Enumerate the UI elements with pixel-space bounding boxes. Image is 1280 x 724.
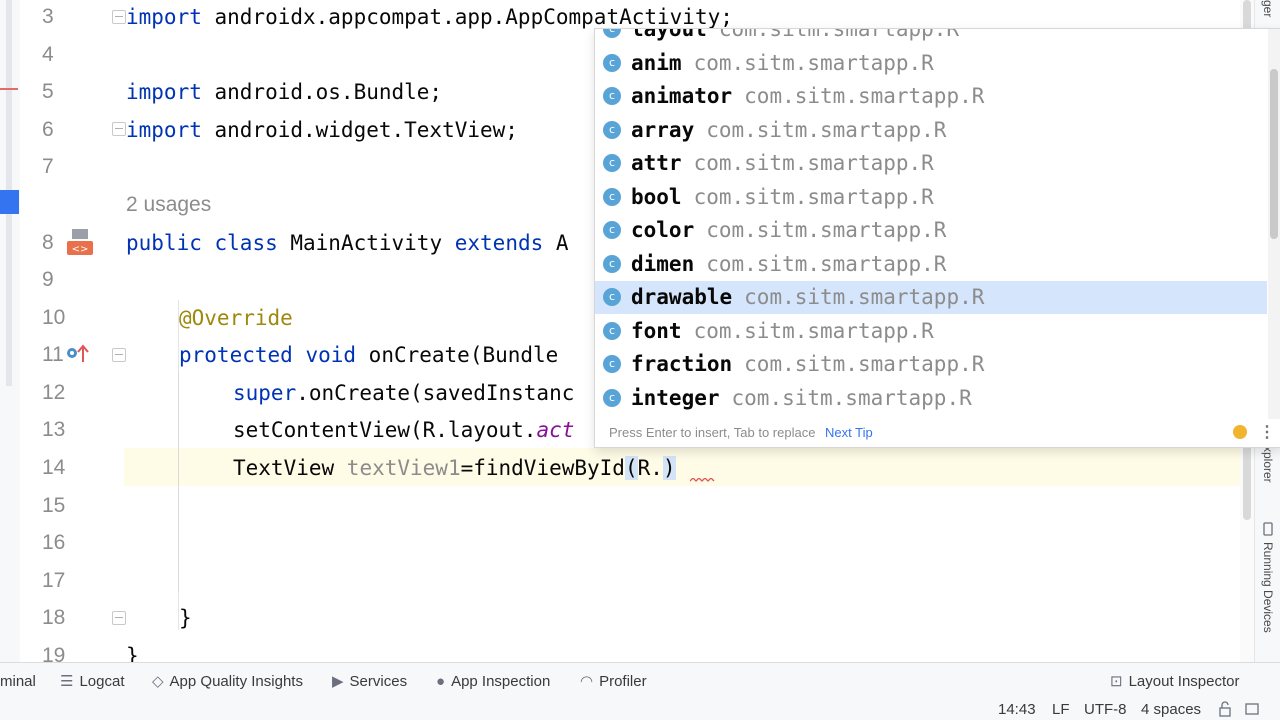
gauge-icon: ◠ [580,673,594,690]
line-number: 7 [42,155,54,178]
code-line-13: setContentView(R.layout.act [233,418,575,442]
code-line-14: TextView textView1=findViewById(R.) [233,456,676,480]
line-separator[interactable]: LF [1052,700,1070,720]
class-icon: c [603,288,621,306]
code-line-18: } [179,606,192,630]
completion-item-integer[interactable]: c integer com.sitm.smartapp.R [595,382,1267,415]
line-number: 17 [42,569,66,592]
class-icon: c [603,121,621,139]
right-tool-tab[interactable]: ger [1261,0,1275,17]
class-icon: c [603,188,621,206]
app-quality-insights-tab[interactable]: ◇ App Quality Insights [152,663,303,701]
code-completion-popup[interactable]: c layout com.sitm.smartapp.R c anim com.sitm… [594,28,1280,448]
code-line-12: super.onCreate(savedInstanc [233,381,575,405]
completion-hint: Press Enter to insert, Tab to replace Ne… [609,425,873,440]
layout-inspector-icon: ⊡ [1110,673,1123,690]
logcat-tab[interactable]: ☰ Logcat [60,663,125,701]
class-icon: c [603,154,621,172]
lock-icon[interactable] [1218,700,1232,720]
class-icon: c [603,54,621,72]
next-tip-link[interactable]: Next Tip [825,425,873,440]
logcat-icon: ☰ [60,673,74,690]
editor-gutter[interactable]: 3 4 5 6 7 8 9 10 11 12 13 14 15 16 17 18… [20,0,126,667]
line-number: 10 [42,306,66,329]
code-line-5: import android.os.Bundle; [126,80,443,104]
class-icon: c [603,29,621,38]
code-line-6: import android.widget.TextView; [126,118,518,142]
svg-text:<>: <> [72,244,89,255]
app-inspection-tab[interactable]: ● App Inspection [436,663,550,701]
class-icon: c [603,389,621,407]
completion-item-attr[interactable]: c attr com.sitm.smartapp.R [595,147,1267,180]
code-line-11: protected void onCreate(Bundle [179,343,571,367]
line-number: 6 [42,118,54,141]
line-number: 14 [42,456,66,479]
vcs-change-marker [0,88,18,90]
override-method-icon[interactable] [66,344,92,364]
completion-item-bool[interactable]: c bool com.sitm.smartapp.R [595,181,1267,214]
project-tool-button[interactable] [0,190,19,214]
completion-scrollbar-thumb[interactable] [1270,69,1278,239]
class-icon: c [603,87,621,105]
code-line-8: public class MainActivity extends A [126,231,569,255]
android-icon: ● [436,673,446,690]
line-number: 12 [42,381,66,404]
services-tab[interactable]: ▶ Services [332,663,407,701]
layout-preview-icon[interactable]: <> [66,228,94,256]
indent-setting[interactable]: 4 spaces [1141,700,1201,720]
profiler-tab[interactable]: ◠ Profiler [580,663,647,701]
line-number: 15 [42,494,66,517]
class-icon: c [603,255,621,273]
completion-item-array[interactable]: c array com.sitm.smartapp.R [595,114,1267,147]
left-tool-strip [0,0,20,662]
device-explorer-tab[interactable]: xplorer [1261,446,1275,483]
caret-position[interactable]: 14:43 [998,700,1036,720]
layout-inspector-tab[interactable]: ⊡ Layout Inspector [1110,663,1239,701]
line-number: 18 [42,606,66,629]
status-bar: 14:43 LF UTF-8 4 spaces [0,700,1280,720]
lightbulb-icon[interactable] [1233,425,1247,439]
terminal-tab[interactable]: minal [0,663,36,701]
completion-footer: Press Enter to insert, Tab to replace Ne… [595,419,1280,447]
running-devices-tab[interactable]: Running Devices [1261,542,1275,633]
more-options-icon[interactable]: ⋮ [1259,419,1275,447]
completion-item-layout[interactable]: c layout com.sitm.smartapp.R [595,29,1267,46]
completion-item-animator[interactable]: c animator com.sitm.smartapp.R [595,80,1267,113]
completion-item-font[interactable]: c font com.sitm.smartapp.R [595,315,1267,348]
completion-item-anim[interactable]: c anim com.sitm.smartapp.R [595,47,1267,80]
usages-hint[interactable]: 2 usages [126,186,211,224]
indent-guide [178,372,179,592]
tool-window-bar: minal ☰ Logcat ◇ App Quality Insights ▶ Ser… [0,662,1280,701]
notifications-icon[interactable] [1244,700,1260,720]
running-devices-icon [1261,522,1275,536]
completion-item-drawable[interactable]: c drawable com.sitm.smartapp.R [595,281,1267,314]
completion-item-fraction[interactable]: c fraction com.sitm.smartapp.R [595,348,1267,381]
class-icon: c [603,322,621,340]
diamond-icon: ◇ [152,673,164,690]
completion-item-color[interactable]: c color com.sitm.smartapp.R [595,214,1267,247]
line-number: 13 [42,418,66,441]
line-number: 3 [42,5,54,28]
line-number: 16 [42,531,66,554]
line-number: 4 [42,43,54,66]
play-icon: ▶ [332,673,344,690]
line-number: 5 [42,80,54,103]
completion-item-dimen[interactable]: c dimen com.sitm.smartapp.R [595,248,1267,281]
error-underline [690,478,715,482]
class-icon: c [603,355,621,373]
class-icon: c [603,221,621,239]
code-line-10: @Override [179,306,293,330]
file-encoding[interactable]: UTF-8 [1084,700,1127,720]
line-number: 9 [42,268,54,291]
completion-scrollbar[interactable] [1268,29,1280,419]
